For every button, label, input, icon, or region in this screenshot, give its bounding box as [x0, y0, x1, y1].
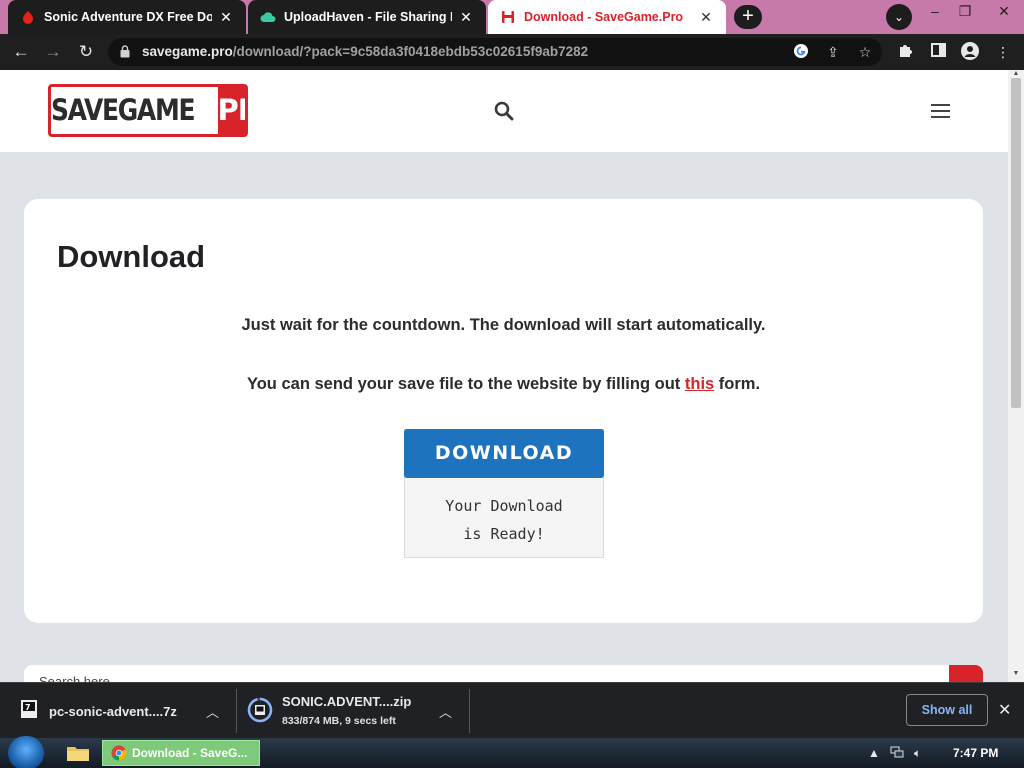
share-icon[interactable]: ⇪	[824, 43, 842, 61]
show-all-downloads-button[interactable]: Show all	[906, 694, 988, 726]
kebab-menu-icon[interactable]: ⋮	[993, 42, 1013, 62]
tab-close-icon[interactable]: ✕	[218, 9, 234, 26]
url-text: savegame.pro/download/?pack=9c58da3f0418…	[142, 44, 588, 59]
download-options-chevron-icon[interactable]: ︿	[439, 702, 452, 721]
download-item-7z[interactable]: 7 pc-sonic-advent....7z ︿	[0, 683, 236, 739]
savegame-pro-logo[interactable]: SAVEGAME PRO	[48, 84, 248, 137]
download-options-chevron-icon[interactable]: ︿	[206, 702, 219, 721]
download-filename: SONIC.ADVENT....zip	[282, 694, 412, 709]
download-card: Download Just wait for the countdown. Th…	[24, 199, 983, 623]
page-viewport: SAVEGAME PRO Download Just wait for the …	[0, 70, 1008, 682]
page-scrollbar[interactable]: ▲ ▼	[1008, 70, 1024, 682]
new-tab-button[interactable]: +	[734, 5, 762, 29]
download-item-zip[interactable]: SONIC.ADVENT....zip 833/874 MB, 9 secs l…	[237, 683, 469, 739]
floppy-disk-favicon-icon	[500, 9, 516, 25]
browser-toolbar: ← → ↻ savegame.pro/download/?pack=9c58da…	[0, 34, 1024, 70]
submit-form-link[interactable]: this	[685, 375, 714, 393]
search-submit-button[interactable]	[949, 665, 983, 682]
tab-savegame-download[interactable]: Download - SaveGame.Pro ✕	[488, 0, 726, 34]
submit-save-suffix: form.	[714, 375, 761, 393]
site-header: SAVEGAME PRO	[0, 70, 1008, 152]
minimize-window-icon[interactable]: –	[918, 0, 952, 26]
youtube-favicon-icon	[20, 9, 36, 25]
download-shelf: 7 pc-sonic-advent....7z ︿ SONIC.ADVENT..…	[0, 682, 1024, 738]
chrome-icon	[111, 745, 127, 761]
scrollbar-thumb[interactable]	[1011, 78, 1021, 408]
tab-search-chevron-icon[interactable]: ⌄	[886, 4, 912, 30]
lock-icon	[120, 45, 130, 58]
network-icon[interactable]	[890, 746, 904, 761]
restore-window-icon[interactable]: ❐	[948, 0, 982, 26]
submit-save-message: You can send your save file to the websi…	[24, 375, 983, 394]
url-path: /download/?pack=9c58da3f0418ebdb53c02615…	[232, 44, 589, 59]
taskbar-window-title: Download - SaveG...	[132, 746, 248, 760]
extensions-puzzle-icon[interactable]	[896, 42, 916, 62]
tab-close-icon[interactable]: ✕	[698, 9, 714, 26]
close-shelf-icon[interactable]: ✕	[998, 700, 1011, 720]
download-ready-line-2: is Ready!	[463, 525, 545, 543]
download-ready-text: Your Download is Ready!	[405, 492, 603, 548]
logo-text-savegame: SAVEGAME	[51, 87, 196, 134]
tab-title: UploadHaven - File Sharing Made Simple	[284, 10, 452, 24]
file-explorer-icon[interactable]	[62, 741, 94, 765]
tab-title: Download - SaveGame.Pro	[524, 10, 684, 24]
forward-arrow-icon[interactable]: →	[41, 40, 65, 64]
address-bar[interactable]: savegame.pro/download/?pack=9c58da3f0418…	[108, 38, 882, 66]
bookmark-star-icon[interactable]: ☆	[856, 43, 874, 61]
tab-close-icon[interactable]: ✕	[458, 9, 474, 26]
submit-save-prefix: You can send your save file to the websi…	[246, 375, 685, 393]
7zip-file-icon: 7	[21, 700, 37, 718]
reload-icon[interactable]: ↻	[74, 40, 98, 64]
tab-uploadhaven[interactable]: UploadHaven - File Sharing Made Simple ✕	[248, 0, 486, 34]
page-title: Download	[57, 239, 206, 274]
hamburger-menu-icon[interactable]	[931, 104, 950, 118]
site-search-input[interactable]: Search here...	[24, 665, 950, 682]
close-window-icon[interactable]: ✕	[984, 0, 1024, 26]
shelf-divider	[469, 689, 470, 733]
download-progress-ring-icon	[247, 697, 273, 723]
logo-text-pro: PRO	[217, 87, 245, 134]
tab-title: Sonic Adventure DX Free Download	[44, 10, 212, 24]
side-panel-icon[interactable]	[928, 42, 948, 62]
profile-avatar-icon[interactable]	[960, 42, 980, 62]
tray-overflow-arrow-icon[interactable]: ▲	[868, 746, 880, 760]
browser-tab-strip: Sonic Adventure DX Free Download ✕ Uploa…	[0, 0, 1024, 34]
volume-icon[interactable]: 🔈︎	[914, 746, 921, 761]
search-placeholder: Search here...	[39, 674, 121, 682]
svg-text:7: 7	[25, 703, 31, 712]
windows-start-icon[interactable]	[8, 736, 44, 768]
download-filename: pc-sonic-advent....7z	[49, 704, 177, 719]
download-ready-line-1: Your Download	[445, 497, 563, 515]
url-host: savegame.pro	[142, 44, 233, 59]
back-arrow-icon[interactable]: ←	[9, 40, 33, 64]
countdown-message: Just wait for the countdown. The downloa…	[241, 316, 766, 334]
search-icon[interactable]	[493, 100, 515, 122]
download-button[interactable]: DOWNLOAD	[404, 429, 604, 478]
tab-sonic-adventure[interactable]: Sonic Adventure DX Free Download ✕	[8, 0, 246, 34]
download-progress-status: 833/874 MB, 9 secs left	[282, 715, 396, 727]
taskbar-chrome-window[interactable]: Download - SaveG...	[102, 740, 260, 766]
taskbar-clock[interactable]: 7:47 PM	[953, 746, 998, 760]
cloud-favicon-icon	[260, 9, 276, 25]
scroll-down-arrow-icon[interactable]: ▼	[1008, 670, 1024, 680]
download-box: DOWNLOAD Your Download is Ready!	[404, 429, 604, 558]
google-lens-icon[interactable]	[792, 43, 810, 61]
windows-taskbar: Download - SaveG... ▲ 🔈︎ 7:47 PM	[0, 736, 1024, 768]
